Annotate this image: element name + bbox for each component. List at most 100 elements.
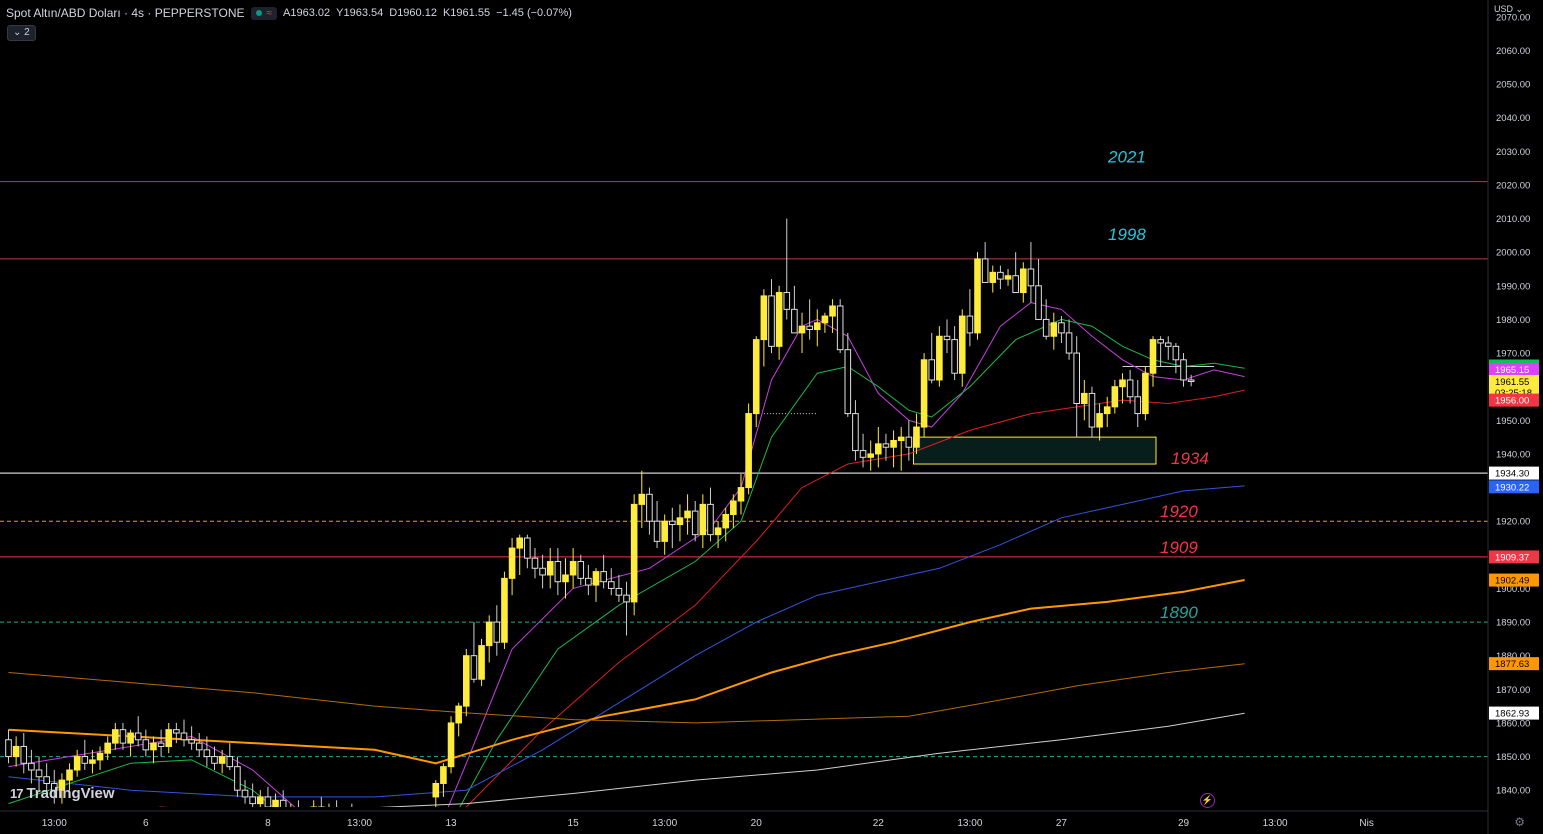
candle-body (1004, 275, 1012, 280)
candle (669, 507, 676, 549)
symbol-title[interactable]: Spot Altın/ABD Doları · 4s · PEPPERSTONE (6, 6, 245, 20)
candle-body (241, 789, 249, 798)
candle-body (96, 752, 104, 761)
candle (516, 534, 524, 575)
candle-body (127, 732, 134, 744)
candle (821, 312, 829, 333)
settings-gear-icon[interactable]: ⚙ (1514, 815, 1525, 829)
candle-body (463, 655, 470, 707)
candle (1065, 319, 1073, 360)
candle (1134, 379, 1142, 428)
y-tick-label: 2000.00 (1496, 248, 1530, 259)
y-tick-label: 1920.00 (1496, 517, 1530, 528)
candle-body (1073, 352, 1081, 404)
candle (272, 793, 279, 807)
candle-body (188, 739, 195, 744)
candle (1073, 336, 1081, 438)
price-chart[interactable]: 2021199819341920190918902070.002060.0020… (0, 0, 1543, 834)
candle (745, 403, 752, 495)
candle (297, 800, 299, 807)
candle-body (638, 493, 646, 505)
x-tick-label: 20 (751, 818, 763, 829)
candle (463, 648, 470, 717)
candle (676, 504, 684, 542)
candle-body (1164, 342, 1172, 347)
candle (1180, 353, 1187, 387)
candle (112, 722, 119, 750)
support-zone (912, 436, 1157, 465)
x-tick-label: 8 (265, 818, 271, 829)
candle-body (1027, 268, 1035, 287)
candle-body (691, 510, 699, 536)
candle-body (380, 820, 386, 830)
ohlc-open: A1963.02 (283, 7, 331, 19)
price-label: 1902.49 (1495, 576, 1529, 587)
moving-average-white (378, 712, 1245, 807)
candle (943, 319, 951, 354)
currency-selector[interactable]: USD ⌄ (1494, 4, 1523, 15)
candle-body (783, 292, 791, 310)
candle-body (1096, 413, 1103, 428)
tradingview-logo[interactable]: 17 TradingView (10, 785, 115, 802)
candle (372, 814, 378, 834)
candle-body (974, 258, 981, 334)
x-tick-label: 6 (143, 818, 149, 829)
candle-body (20, 745, 28, 764)
candle (1142, 366, 1149, 421)
candle-body (836, 305, 844, 351)
candle-body (752, 339, 760, 415)
candle (334, 800, 340, 820)
candle-body (425, 831, 431, 834)
candle (1172, 342, 1180, 374)
candle-body (150, 742, 157, 751)
candle-body (203, 749, 211, 758)
candle (119, 722, 127, 750)
candle (592, 568, 600, 602)
candle (859, 433, 867, 468)
candle-body (432, 782, 440, 798)
moving-average-blue (8, 485, 1245, 798)
candle (791, 285, 798, 334)
candle-body (821, 315, 829, 324)
indicators-collapse-button[interactable]: ⌄ 2 (7, 25, 36, 41)
candle-body (1157, 339, 1164, 344)
flash-icon[interactable]: ⚡ (1200, 793, 1215, 808)
candle (966, 289, 974, 347)
candle (455, 702, 462, 737)
tradingview-logo-icon: 17 (10, 786, 24, 801)
candle-body (279, 799, 287, 807)
candle (852, 400, 859, 461)
candle-body (410, 827, 416, 834)
candle-body (334, 810, 340, 820)
candle (981, 242, 989, 283)
candle-body (418, 831, 424, 834)
candle (585, 564, 592, 596)
candle-body (966, 315, 974, 334)
candle (875, 427, 882, 468)
candle (127, 729, 134, 757)
candle (310, 800, 317, 807)
candle-body (760, 295, 768, 341)
candle (661, 514, 668, 555)
candle-body (1134, 396, 1142, 415)
candle-body (211, 756, 218, 764)
candle (569, 548, 577, 589)
candle (775, 285, 783, 360)
candle (410, 817, 416, 834)
candle-body (43, 776, 50, 784)
candle-body (1019, 268, 1027, 294)
x-tick-label: 29 (1178, 818, 1190, 829)
candle (806, 299, 813, 340)
price-label: 1862.93 (1495, 709, 1529, 720)
candle (890, 430, 897, 468)
candle-body (951, 339, 958, 374)
level-label: 1934 (1171, 449, 1209, 468)
x-tick-label: 13 (445, 818, 457, 829)
price-label: 1934.30 (1495, 469, 1529, 480)
candle (768, 279, 775, 354)
candle-body (142, 739, 150, 751)
x-tick-label: 13:00 (347, 818, 372, 829)
ohlc-close: K1961.55 (442, 7, 491, 19)
candle-body (303, 814, 309, 821)
market-status-pill[interactable]: ≈ (250, 6, 278, 20)
